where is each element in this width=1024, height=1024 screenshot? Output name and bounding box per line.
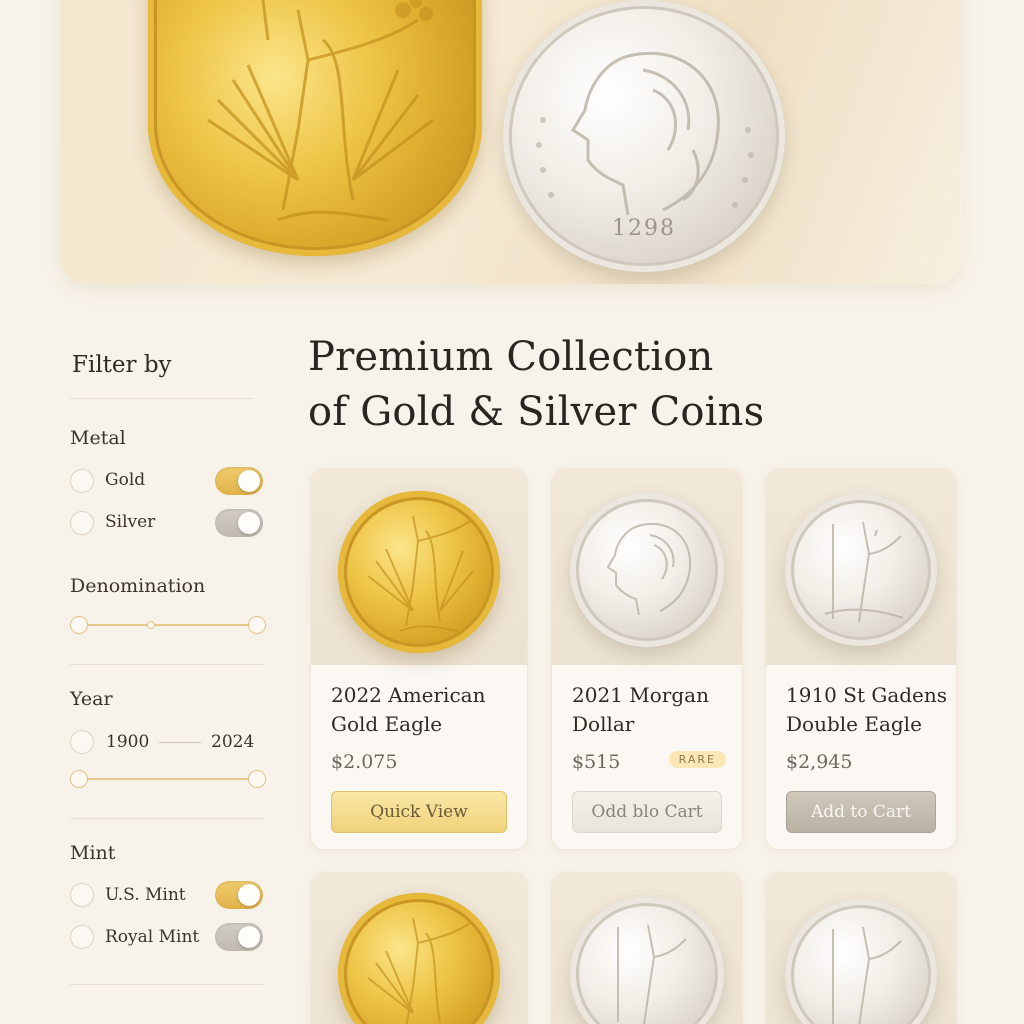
silver-option-label: Silver (105, 512, 156, 532)
divider (70, 398, 254, 399)
divider (70, 984, 264, 985)
denomination-label: Denomination (70, 575, 206, 597)
liberty-figure-icon (367, 515, 474, 632)
slider-track (78, 624, 258, 626)
add-to-cart-button[interactable]: Odd blo Cart (572, 791, 722, 833)
title-line-1: Premium Collection (308, 334, 714, 380)
year-label: Year (70, 688, 113, 710)
standing-figure-icon (617, 924, 687, 1024)
product-card[interactable]: 2021 Morgan Dollar $515 RARE Odd blo Car… (551, 468, 743, 850)
year-radio[interactable] (70, 730, 94, 754)
toggle-knob (238, 470, 260, 492)
toggle-knob (238, 926, 260, 948)
divider (70, 818, 264, 819)
standing-figure-icon (824, 521, 904, 623)
silver-radio[interactable] (70, 511, 94, 535)
product-name-line-2: Dollar (572, 712, 635, 736)
morgan-profile-icon (606, 522, 692, 616)
us-mint-toggle[interactable] (215, 881, 263, 909)
product-image-area (766, 873, 956, 1024)
product-card[interactable]: 1910 St Gadens Double Eagle $2,945 Add t… (765, 468, 957, 850)
rare-badge: RARE (668, 751, 726, 768)
double-eagle-coin-icon (785, 494, 937, 646)
denomination-slider[interactable] (70, 615, 266, 635)
metal-label: Metal (70, 427, 126, 449)
silver-coin-image: 1298 (503, 0, 785, 272)
product-image-area (766, 469, 956, 665)
toggle-knob (238, 512, 260, 534)
toggle-knob (238, 884, 260, 906)
divider (70, 664, 264, 665)
year-slider[interactable] (70, 769, 266, 789)
gold-radio[interactable] (70, 469, 94, 493)
morgan-dollar-coin-icon (570, 493, 724, 647)
product-name-line-1: 2021 Morgan (572, 683, 709, 707)
product-name-line-1: 1910 St Gadens (786, 683, 948, 707)
product-name[interactable]: 2022 American Gold Eagle (331, 681, 521, 739)
product-name-line-1: 2022 American (331, 683, 486, 707)
standing-figure-icon (832, 926, 902, 1024)
product-card[interactable] (765, 872, 957, 1024)
product-price: $2.075 (331, 751, 398, 773)
gold-toggle[interactable] (215, 467, 263, 495)
slider-handle-min[interactable] (70, 616, 88, 634)
product-price: $2,945 (786, 751, 853, 773)
year-to[interactable]: 2024 (211, 732, 254, 752)
product-name-line-2: Gold Eagle (331, 712, 443, 736)
slider-track (78, 778, 258, 780)
slider-handle-min[interactable] (70, 770, 88, 788)
product-name[interactable]: 2021 Morgan Dollar (572, 681, 742, 739)
product-card[interactable] (310, 872, 528, 1024)
filter-title: Filter by (72, 352, 172, 378)
gold-coin-image (148, 0, 482, 256)
gold-eagle-coin-icon (338, 893, 500, 1024)
add-to-cart-button[interactable]: Add to Cart (786, 791, 936, 833)
liberty-figure-icon (367, 917, 471, 1024)
liberty-figure-icon (207, 0, 434, 222)
product-name-line-2: Double Eagle (786, 712, 922, 736)
slider-handle-max[interactable] (248, 770, 266, 788)
us-mint-option-label: U.S. Mint (105, 885, 186, 905)
product-price: $515 (572, 751, 621, 773)
royal-mint-radio[interactable] (70, 925, 94, 949)
gold-option-label: Gold (105, 470, 146, 490)
quick-view-button[interactable]: Quick View (331, 791, 507, 833)
mint-label: Mint (70, 842, 116, 864)
silver-toggle[interactable] (215, 509, 263, 537)
title-line-2: of Gold & Silver Coins (308, 389, 765, 435)
slider-handle-max[interactable] (248, 616, 266, 634)
coin-date-text: 1298 (612, 216, 676, 241)
product-image-area (552, 873, 742, 1024)
silver-coin-icon (785, 899, 937, 1024)
product-image-area (552, 469, 742, 665)
gold-eagle-coin-icon (338, 491, 500, 653)
product-name[interactable]: 1910 St Gadens Double Eagle (786, 681, 956, 739)
product-image-area (311, 873, 527, 1024)
royal-mint-toggle[interactable] (215, 923, 263, 951)
product-image-area (311, 469, 527, 665)
page-title: Premium Collection of Gold & Silver Coin… (308, 330, 828, 440)
hero-banner: 1298 (60, 0, 962, 284)
year-range-dash (159, 742, 201, 743)
royal-mint-option-label: Royal Mint (105, 927, 200, 947)
product-card[interactable] (551, 872, 743, 1024)
us-mint-radio[interactable] (70, 883, 94, 907)
year-from[interactable]: 1900 (106, 732, 149, 752)
product-card[interactable]: 2022 American Gold Eagle $2.075 Quick Vi… (310, 468, 528, 850)
silver-coin-icon (570, 897, 724, 1024)
slider-midpoint (147, 621, 155, 629)
